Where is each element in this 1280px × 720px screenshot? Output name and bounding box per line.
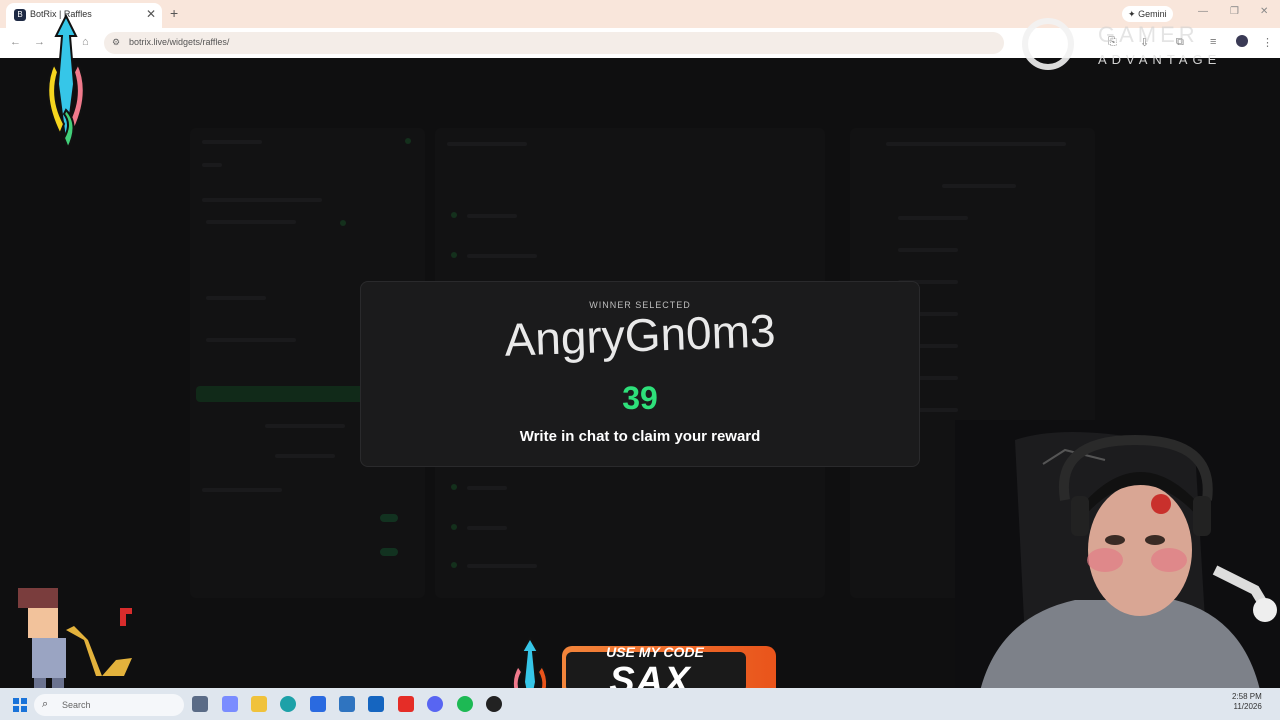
brand-name: GAMER — [1098, 22, 1199, 47]
obs-icon[interactable] — [486, 696, 502, 712]
youtube-icon[interactable] — [398, 696, 414, 712]
winner-modal: WINNER SELECTED AngryGn0m3 39 Write in c… — [360, 281, 920, 467]
use-my-code-label: USE MY CODE — [606, 644, 704, 660]
discord-icon[interactable] — [427, 696, 443, 712]
gamer-advantage-logo: GAMER ADVANTAGE — [1018, 16, 1268, 78]
toggle-switch[interactable] — [380, 548, 398, 556]
clock-time: 2:58 PM — [1232, 692, 1262, 701]
edge-icon[interactable] — [280, 696, 296, 712]
outlook-icon[interactable] — [368, 696, 384, 712]
url-text[interactable]: botrix.live/widgets/raffles/ — [129, 37, 229, 47]
toggle-switch[interactable] — [380, 514, 398, 522]
site-info-icon[interactable]: ⚙ — [112, 37, 120, 48]
back-icon[interactable]: ← — [10, 36, 21, 48]
address-bar[interactable]: ⚙ botrix.live/widgets/raffles/ — [104, 32, 1004, 54]
copilot-icon[interactable] — [222, 696, 238, 712]
new-tab-button[interactable]: + — [170, 5, 178, 21]
search-icon: ⌕ — [42, 698, 49, 710]
tab-close-icon[interactable]: ✕ — [146, 7, 156, 21]
store-icon[interactable] — [339, 696, 355, 712]
clock-date: 11/2026 — [1233, 702, 1262, 711]
webcam-feed — [955, 420, 1280, 720]
app-icon[interactable] — [310, 696, 326, 712]
windows-taskbar: ⌕ Search 2:58 PM 11/2026 — [0, 688, 1280, 720]
claim-reward-text: Write in chat to claim your reward — [519, 428, 761, 445]
gamer-advantage-mark-icon — [1022, 18, 1074, 70]
search-placeholder: Search — [62, 700, 91, 710]
system-clock[interactable]: 2:58 PM 11/2026 — [1232, 692, 1262, 712]
brand-sub: ADVANTAGE — [1098, 52, 1222, 67]
spotify-icon[interactable] — [457, 696, 473, 712]
taskbar-search-input[interactable]: ⌕ Search — [34, 694, 184, 716]
winner-count: 39 — [622, 380, 658, 416]
botrix-favicon-icon: B — [14, 9, 26, 21]
streamer-feather-logo — [47, 14, 85, 150]
file-explorer-icon[interactable] — [251, 696, 267, 712]
task-view-icon[interactable] — [192, 696, 208, 712]
windows-start-icon[interactable] — [13, 698, 27, 712]
